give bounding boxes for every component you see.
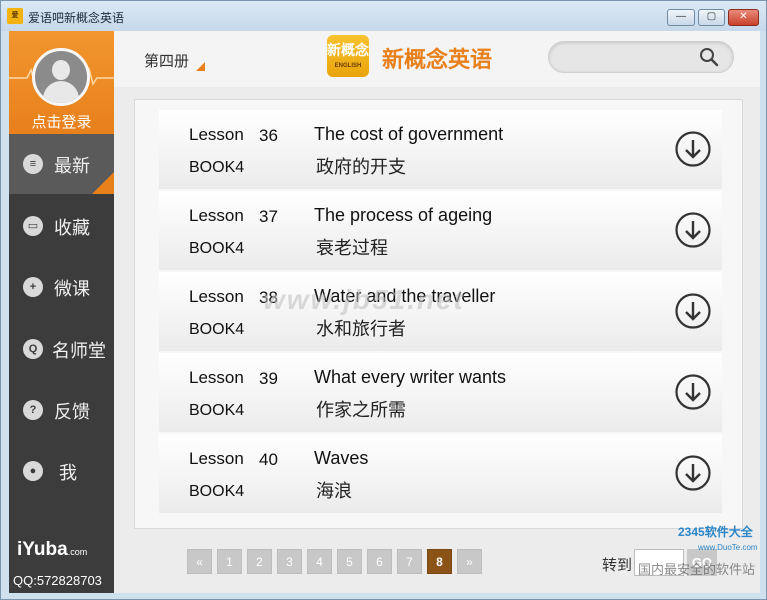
dropdown-corner-icon [196,62,205,71]
header: 第四册 新概念 ENGLISH 新概念英语 [114,31,760,87]
sidebar-item-feedback[interactable]: ? 反馈 [9,380,114,440]
lesson-title: Waves [314,448,369,468]
lesson-title: What every writer wants [314,367,507,387]
watermark-corner: 2345软件大全 www.DuoTe.com 国内最安全的软件站 [638,525,758,577]
login-link[interactable]: 点击登录 [9,111,114,132]
new-icon: ≡ [23,154,43,174]
lesson-word: Lesson [189,449,244,468]
lesson-word: Lesson [189,368,244,387]
app-logo: 新概念 ENGLISH [327,35,369,77]
app-name: 新概念英语 [382,47,493,72]
sidebar-item-label: 最新 [54,156,90,176]
qq-contact: QQ:572828703 [13,573,102,588]
lesson-row[interactable]: Lesson 37 BOOK4 The process of ageing 衰老… [159,191,722,270]
close-button[interactable]: ✕ [728,9,759,26]
title-bar[interactable]: 爱 爱语吧新概念英语 — ▢ ✕ [1,1,766,31]
app-icon: 爱 [7,8,23,24]
lesson-word: Lesson [189,125,244,144]
page-button[interactable]: 1 [217,549,242,574]
download-icon[interactable] [674,373,712,411]
book-tag: BOOK4 [189,321,245,338]
current-page-button[interactable]: 8 [427,549,452,574]
login-area[interactable]: 点击登录 [9,31,114,134]
sidebar-item-label: 名师堂 [52,341,106,361]
avatar[interactable] [32,48,90,106]
active-corner [92,172,114,194]
profile-icon: ● [23,461,43,481]
lesson-row[interactable]: Lesson 39 BOOK4 What every writer wants … [159,353,722,432]
lesson-row[interactable]: Lesson 40 BOOK4 Waves 海浪 [159,434,722,513]
book-tag: BOOK4 [189,159,245,176]
page-button[interactable]: 4 [307,549,332,574]
sidebar: 点击登录 ≡ 最新 ▭ 收藏 + 微课 Q 名师堂 ? 反馈 ● 我 iYuba… [9,31,114,593]
search-icon[interactable] [699,47,719,67]
favorites-icon: ▭ [23,216,43,236]
feedback-icon: ? [23,400,43,420]
sidebar-item-latest[interactable]: ≡ 最新 [9,134,114,194]
download-icon[interactable] [674,130,712,168]
micro-course-icon: + [23,277,43,297]
lesson-title: The process of ageing [314,205,493,225]
book-tag: BOOK4 [189,483,245,500]
lesson-word: Lesson [189,287,244,306]
book-selector[interactable]: 第四册 [144,50,205,71]
download-icon[interactable] [674,211,712,249]
sidebar-item-label: 微课 [54,279,90,299]
download-icon[interactable] [674,292,712,330]
window-title: 爱语吧新概念英语 [28,11,125,25]
book-tag: BOOK4 [189,402,245,419]
sidebar-item-favorites[interactable]: ▭ 收藏 [9,196,114,256]
minimize-button[interactable]: — [667,9,695,26]
lesson-title-cn: 衰老过程 [316,238,388,258]
sidebar-item-label: 收藏 [54,218,90,238]
prev-page-button[interactable]: « [187,549,212,574]
app-window: 爱 爱语吧新概念英语 — ▢ ✕ 点击登录 ≡ 最新 ▭ 收藏 + 微课 Q 名… [0,0,767,600]
lesson-number: 37 [259,207,278,226]
page-button[interactable]: 5 [337,549,362,574]
page-button[interactable]: 7 [397,549,422,574]
sidebar-item-label: 我 [59,463,77,483]
sidebar-item-profile[interactable]: ● 我 [9,441,114,501]
download-icon[interactable] [674,454,712,492]
next-page-button[interactable]: » [457,549,482,574]
goto-label: 转到 [602,557,633,574]
watermark-center: www.jb51.net [263,284,465,315]
lesson-title: The cost of government [314,124,504,144]
book-tag: BOOK4 [189,240,245,257]
teacher-icon: Q [23,339,43,359]
maximize-button[interactable]: ▢ [698,9,725,26]
search-input[interactable] [548,41,734,73]
page-button[interactable]: 2 [247,549,272,574]
lesson-word: Lesson [189,206,244,225]
sidebar-item-micro-course[interactable]: + 微课 [9,257,114,317]
sidebar-item-label: 反馈 [54,402,90,422]
lesson-title-cn: 海浪 [316,481,352,501]
lesson-title-cn: 政府的开支 [316,157,406,177]
lesson-number: 39 [259,369,278,388]
page-button[interactable]: 6 [367,549,392,574]
lesson-number: 36 [259,126,278,145]
brand-logo: iYuba.com [17,539,88,560]
sidebar-item-teachers[interactable]: Q 名师堂 [9,319,114,379]
lesson-number: 40 [259,450,278,469]
book-selector-label: 第四册 [144,53,190,70]
lesson-title-cn: 水和旅行者 [316,319,406,339]
page-button[interactable]: 3 [277,549,302,574]
lesson-row[interactable]: Lesson 36 BOOK4 The cost of government 政… [159,110,722,189]
lesson-title-cn: 作家之所需 [316,400,406,420]
